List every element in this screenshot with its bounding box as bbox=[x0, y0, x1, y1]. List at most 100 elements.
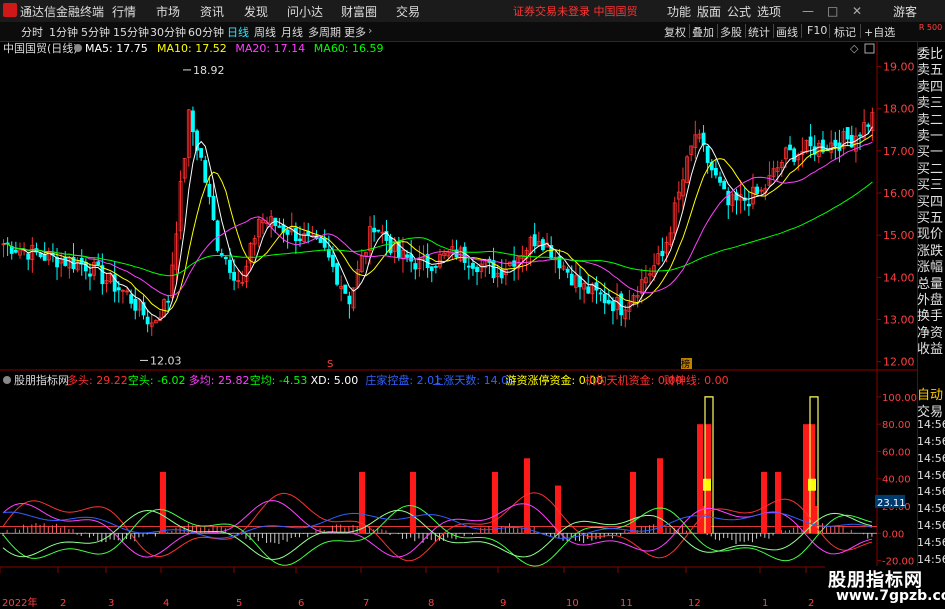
tick-time-label: 14:56 bbox=[917, 519, 945, 533]
candle-body bbox=[586, 286, 591, 294]
multi-stock-button[interactable]: 多股 bbox=[720, 24, 742, 40]
watermark-url: www.7gpzb.com bbox=[836, 588, 945, 604]
candle-body bbox=[88, 273, 92, 277]
price-tick-label: 13.00 bbox=[883, 314, 915, 327]
menu-zixun[interactable]: 资讯 bbox=[200, 3, 224, 20]
indicator-legend-label: 多头: 29.22 bbox=[67, 373, 128, 387]
candle-body bbox=[228, 259, 232, 273]
candle-body bbox=[372, 227, 377, 233]
candle-body bbox=[866, 124, 871, 127]
x-tick-label: 1 bbox=[762, 598, 768, 609]
tab-multi-period[interactable]: 多周期 bbox=[308, 24, 341, 40]
candle-body bbox=[565, 268, 570, 273]
menu-jiaoyi[interactable]: 交易 bbox=[396, 3, 420, 20]
maximize-icon[interactable]: □ bbox=[827, 4, 838, 18]
candle-body bbox=[845, 127, 850, 140]
signal-bar bbox=[703, 506, 711, 534]
candle-body bbox=[433, 266, 438, 268]
tick-time-label: 14:56 bbox=[917, 553, 945, 566]
minimize-icon[interactable]: — bbox=[802, 4, 814, 18]
tab-weekly[interactable]: 周线 bbox=[254, 24, 276, 40]
menu-wenxiaoda[interactable]: 问小达 bbox=[287, 3, 323, 20]
price-tick-label: 14.00 bbox=[883, 271, 915, 284]
overlay-button[interactable]: 叠加 bbox=[692, 24, 714, 40]
tab-more[interactable]: 更多 bbox=[344, 24, 366, 40]
menu-shichang[interactable]: 市场 bbox=[156, 3, 180, 20]
tab-1min[interactable]: 1分钟 bbox=[49, 24, 78, 40]
stats-button[interactable]: 统计 bbox=[748, 24, 770, 40]
ma-legend-label: MA20: 17.14 bbox=[235, 42, 305, 55]
signal-bar bbox=[775, 471, 781, 534]
ma-20-line bbox=[3, 141, 873, 297]
indicator-tick-label: 0.00 bbox=[882, 529, 904, 540]
candle-body bbox=[405, 254, 409, 258]
signal-marker-bang: 榜 bbox=[681, 358, 690, 370]
back-500-button[interactable]: R 500 bbox=[917, 23, 944, 32]
candle-body bbox=[602, 294, 607, 304]
menu-gongneng[interactable]: 功能 bbox=[667, 3, 691, 20]
fuquan-button[interactable]: 复权 bbox=[664, 24, 686, 40]
candle-body bbox=[203, 160, 208, 183]
x-tick-label: 7 bbox=[363, 598, 369, 609]
menu-xuanxiang[interactable]: 选项 bbox=[757, 3, 781, 20]
quote-field-label[interactable]: 收益 bbox=[917, 338, 945, 357]
price-tick-label: 15.00 bbox=[883, 229, 915, 242]
menu-gongshi[interactable]: 公式 bbox=[727, 3, 751, 20]
tab-daily[interactable]: 日线 bbox=[227, 24, 249, 40]
tab-monthly[interactable]: 月线 bbox=[281, 24, 303, 40]
candle-body bbox=[833, 139, 838, 147]
indicator-tick-label: 100.00 bbox=[882, 393, 917, 404]
x-tick-label: 12 bbox=[688, 598, 701, 609]
indicator-legend-label: 空均: -4.53 bbox=[250, 373, 308, 387]
signal-marker-s: S bbox=[327, 359, 333, 370]
f10-button[interactable]: F10 bbox=[807, 24, 827, 37]
toolbar-divider bbox=[829, 24, 830, 38]
tab-5min[interactable]: 5分钟 bbox=[81, 24, 110, 40]
draw-line-button[interactable]: 画线 bbox=[776, 24, 798, 40]
chevron-right-icon[interactable]: › bbox=[368, 24, 372, 37]
login-notice[interactable]: 证券交易未登录 中国国贸 bbox=[513, 3, 638, 19]
candle-body bbox=[166, 300, 171, 303]
candle-body bbox=[598, 292, 603, 295]
candle-body bbox=[191, 110, 195, 133]
capital-bar bbox=[703, 478, 711, 491]
candle-body bbox=[83, 261, 88, 272]
x-tick-label: 11 bbox=[620, 598, 633, 609]
tick-time-label: 14:56 bbox=[917, 485, 945, 499]
candle-body bbox=[133, 298, 138, 311]
candle-body bbox=[858, 134, 862, 137]
tab-15min[interactable]: 15分钟 bbox=[113, 24, 149, 40]
tab-30min[interactable]: 30分钟 bbox=[150, 24, 186, 40]
moving-average-lines bbox=[3, 126, 873, 321]
ma-5-line bbox=[3, 126, 873, 321]
expand-icon bbox=[864, 43, 875, 54]
tab-60min[interactable]: 60分钟 bbox=[188, 24, 224, 40]
menu-faxian[interactable]: 发现 bbox=[244, 3, 268, 20]
menu-hangqing[interactable]: 行情 bbox=[112, 3, 136, 20]
candle-body bbox=[718, 176, 722, 183]
indicator-tick-label: 80.00 bbox=[882, 420, 911, 431]
candlestick-series bbox=[1, 106, 875, 337]
close-icon[interactable]: ✕ bbox=[852, 4, 862, 18]
candle-body bbox=[116, 287, 121, 291]
candle-body bbox=[13, 249, 18, 253]
toolbar-divider bbox=[717, 24, 718, 38]
menu-caifuquan[interactable]: 财富圈 bbox=[341, 3, 377, 20]
candle-body bbox=[335, 263, 339, 285]
menu-banmian[interactable]: 版面 bbox=[697, 3, 721, 20]
candle-body bbox=[215, 220, 220, 251]
x-tick-label: 10 bbox=[566, 598, 579, 609]
guest-button[interactable]: 游客 bbox=[893, 3, 917, 20]
add-watchlist-button[interactable]: +自选 bbox=[864, 24, 895, 40]
mark-button[interactable]: 标记 bbox=[834, 24, 856, 40]
indicator-legend-label: 空头: -6.02 bbox=[128, 373, 186, 387]
long-average-line bbox=[2, 500, 873, 558]
price-chart[interactable]: 19.00 18.00 17.00 16.00 15.00 14.00 13.00 12.00… bbox=[0, 42, 917, 609]
tick-time-label: 14:56 bbox=[917, 468, 945, 482]
signal-bar bbox=[761, 471, 767, 534]
app-title: 通达信金融终端 bbox=[20, 5, 105, 19]
tab-fenshi[interactable]: 分时 bbox=[21, 24, 43, 40]
candle-body bbox=[413, 263, 418, 270]
signal-bar bbox=[410, 471, 416, 534]
candle-body bbox=[788, 144, 792, 151]
